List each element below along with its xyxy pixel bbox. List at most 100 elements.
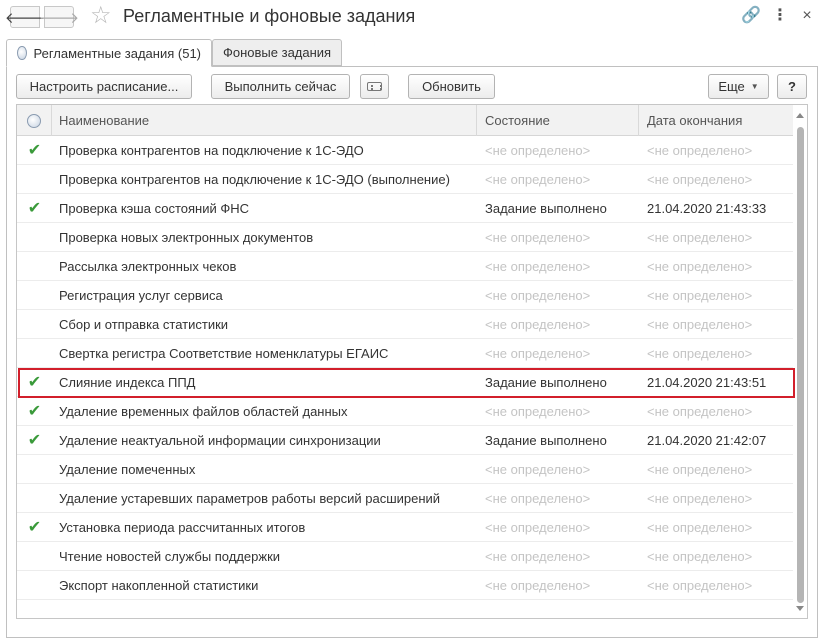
back-button[interactable]: 🡐	[5, 6, 45, 28]
job-state: <не определено>	[485, 345, 591, 361]
job-end-date: 21.04.2020 21:42:07	[647, 432, 767, 448]
job-name: Свертка регистра Соответствие номенклату…	[59, 345, 389, 361]
column-header-state[interactable]: Состояние	[477, 105, 639, 136]
job-console-button[interactable]	[360, 74, 389, 99]
job-name: Чтение новостей службы поддержки	[59, 548, 281, 564]
job-state: <не определено>	[485, 403, 591, 419]
tab-scheduled-jobs[interactable]: Регламентные задания (51)	[6, 39, 212, 67]
more-label: Еще	[718, 79, 745, 94]
row-icon-cell	[17, 455, 52, 483]
job-name: Удаление устаревших параметров работы ве…	[59, 490, 441, 506]
table-row[interactable]: Чтение новостей службы поддержки <не опре…	[17, 542, 793, 571]
refresh-button[interactable]: Обновить	[408, 74, 495, 99]
row-icon-cell	[17, 165, 52, 193]
vertical-scrollbar[interactable]	[793, 105, 807, 618]
job-end-date: <не определено>	[647, 142, 753, 158]
tab-label: Регламентные задания (51)	[33, 45, 201, 61]
job-end-date: <не определено>	[647, 403, 753, 419]
tab-label: Фоновые задания	[223, 45, 332, 60]
table-row[interactable]: ✔ Проверка кэша состояний ФНС Задание выпо…	[17, 194, 793, 223]
column-header-name[interactable]: Наименование	[52, 105, 477, 136]
table-row[interactable]: Экспорт накопленной статистики <не опреде…	[17, 571, 793, 600]
table-row[interactable]: ✔ Удаление неактуальной информации синхро…	[17, 426, 793, 455]
help-button[interactable]: ?	[777, 74, 807, 99]
job-end-date: <не определено>	[647, 171, 753, 187]
job-end-date: <не определено>	[647, 229, 753, 245]
job-name: Рассылка электронных чеков	[59, 258, 237, 274]
favorite-star-icon[interactable]: ☆	[90, 3, 112, 29]
job-state: <не определено>	[485, 316, 591, 332]
table-row[interactable]: Сбор и отправка статистики <не определено…	[17, 310, 793, 339]
job-state: <не определено>	[485, 142, 591, 158]
scroll-down-icon[interactable]	[796, 606, 804, 611]
job-name: Удаление неактуальной информации синхрон…	[59, 432, 381, 448]
job-end-date: <не определено>	[647, 345, 753, 361]
chevron-down-icon: ▼	[750, 82, 759, 91]
row-icon-cell	[17, 571, 52, 599]
job-name: Проверка кэша состояний ФНС	[59, 200, 250, 216]
table-row[interactable]: Регистрация услуг сервиса <не определено>…	[17, 281, 793, 310]
job-state: <не определено>	[485, 229, 591, 245]
job-end-date: 21.04.2020 21:43:51	[647, 374, 767, 390]
scrollbar-thumb[interactable]	[797, 127, 804, 603]
check-icon: ✔	[27, 403, 42, 420]
check-icon: ✔	[27, 200, 42, 217]
run-now-button[interactable]: Выполнить сейчас	[211, 74, 350, 99]
tab-background-jobs[interactable]: Фоновые задания	[212, 39, 342, 66]
job-end-date: <не определено>	[647, 519, 753, 535]
table-row[interactable]: ✔ Удаление временных файлов областей данн…	[17, 397, 793, 426]
job-end-date: <не определено>	[647, 548, 753, 564]
table-row[interactable]: ✔ Слияние индекса ППД Задание выполнено 21.…	[17, 368, 793, 397]
job-state: Задание выполнено	[485, 432, 607, 448]
check-icon: ✔	[27, 519, 42, 536]
table-row[interactable]: Удаление устаревших параметров работы ве…	[17, 484, 793, 513]
job-name: Регистрация услуг сервиса	[59, 287, 223, 303]
table-row[interactable]: ✔ Установка периода рассчитанных итогов <н…	[17, 513, 793, 542]
job-end-date: <не определено>	[647, 316, 753, 332]
title-bar: 🡐 🡒 ☆ Регламентные и фоновые задания 🔗 ⋮…	[0, 0, 824, 36]
job-name: Проверка контрагентов на подключение к 1…	[59, 142, 364, 158]
job-state: <не определено>	[485, 519, 591, 535]
job-end-date: <не определено>	[647, 490, 753, 506]
table-row[interactable]: Удаление помеченных <не определено> <не оп…	[17, 455, 793, 484]
row-icon-cell	[17, 339, 52, 367]
column-header-end-date[interactable]: Дата окончания	[639, 105, 793, 136]
job-state: <не определено>	[485, 577, 591, 593]
job-state: <не определено>	[485, 490, 591, 506]
job-name: Проверка контрагентов на подключение к 1…	[59, 171, 450, 187]
configure-schedule-button[interactable]: Настроить расписание...	[16, 74, 192, 99]
job-state: <не определено>	[485, 171, 591, 187]
row-icon-cell	[17, 310, 52, 338]
job-end-date: <не определено>	[647, 577, 753, 593]
globe-icon	[27, 113, 41, 128]
job-name: Сбор и отправка статистики	[59, 316, 229, 332]
table-row[interactable]: Проверка новых электронных документов <не…	[17, 223, 793, 252]
job-name: Удаление временных файлов областей данны…	[59, 403, 348, 419]
row-icon-cell	[17, 484, 52, 512]
close-icon[interactable]: ×	[797, 6, 817, 26]
more-menu-icon[interactable]: ⋮	[770, 6, 790, 26]
job-end-date: <не определено>	[647, 258, 753, 274]
column-header-icon[interactable]	[17, 105, 52, 136]
forward-button[interactable]: 🡒	[39, 6, 79, 28]
check-icon: ✔	[27, 374, 42, 391]
job-state: <не определено>	[485, 287, 591, 303]
job-state: <не определено>	[485, 548, 591, 564]
job-name: Установка периода рассчитанных итогов	[59, 519, 306, 535]
job-state: <не определено>	[485, 461, 591, 477]
job-state: Задание выполнено	[485, 200, 607, 216]
scroll-up-icon[interactable]	[796, 113, 804, 118]
job-end-date: <не определено>	[647, 287, 753, 303]
globe-icon	[17, 46, 27, 60]
table-row[interactable]: ✔ Проверка контрагентов на подключение к …	[17, 136, 793, 165]
table-row[interactable]: Свертка регистра Соответствие номенклату…	[17, 339, 793, 368]
more-button[interactable]: Еще ▼	[708, 74, 769, 99]
job-end-date: 21.04.2020 21:43:33	[647, 200, 767, 216]
table-row[interactable]: Рассылка электронных чеков <не определено…	[17, 252, 793, 281]
row-icon-cell	[17, 223, 52, 251]
window-title: Регламентные и фоновые задания	[123, 6, 416, 26]
jobs-table[interactable]: Наименование Состояние Дата окончания ✔ П…	[16, 104, 808, 619]
link-icon[interactable]: 🔗	[741, 6, 761, 26]
job-state: Задание выполнено	[485, 374, 607, 390]
table-row[interactable]: Проверка контрагентов на подключение к 1…	[17, 165, 793, 194]
